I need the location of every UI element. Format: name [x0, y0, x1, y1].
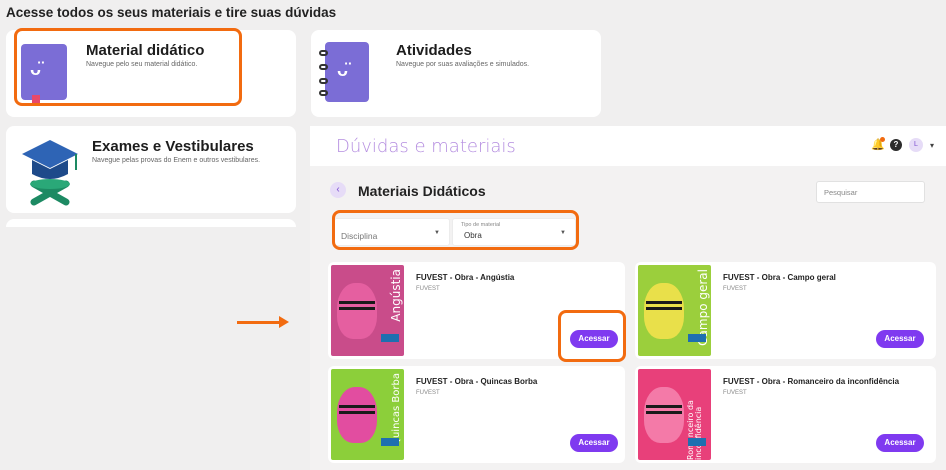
bell-icon[interactable]: 🔔 [871, 137, 885, 151]
card-description: Navegue pelas provas do Enem e outros ve… [92, 157, 261, 164]
book-cover: Quincas Borba [331, 369, 404, 460]
card-title: Exames e Vestibulares [92, 138, 254, 155]
material-source: FUVEST [416, 286, 440, 292]
notebook-icon: ᴗ̈ [319, 42, 369, 102]
search-input[interactable]: Pesquisar [816, 181, 925, 203]
material-card: Romanceiro da inconfidência FUVEST - Obr… [635, 366, 936, 463]
materials-panel: Dúvidas e materiais 🔔 ? L ▾ ‹ Materiais … [310, 126, 946, 470]
chevron-down-icon[interactable]: ▾ [930, 141, 934, 150]
material-card: Quincas Borba FUVEST - Obra - Quincas Bo… [328, 366, 625, 463]
card-description: Navegue por suas avaliações e simulados. [396, 61, 530, 68]
highlight-acessar-button [558, 310, 626, 362]
cover-title: Quincas Borba [391, 373, 402, 446]
chevron-left-icon: ‹ [336, 184, 340, 195]
acessar-button[interactable]: Acessar [876, 330, 924, 348]
section-title: Materiais Didáticos [358, 183, 486, 199]
acessar-button[interactable]: Acessar [876, 434, 924, 452]
cover-title: Romanceiro da inconfidência [686, 400, 703, 460]
material-source: FUVEST [723, 390, 747, 396]
material-source: FUVEST [723, 286, 747, 292]
back-button[interactable]: ‹ [330, 182, 346, 198]
card-placeholder [6, 219, 296, 227]
book-cover: Romanceiro da inconfidência [638, 369, 711, 460]
material-source: FUVEST [416, 390, 440, 396]
highlight-material-didatico [14, 28, 242, 106]
card-title: Atividades [396, 42, 472, 59]
cover-title: Angústia [389, 269, 403, 322]
book-cover: Campo geral [638, 265, 711, 356]
card-exames-vestibulares[interactable]: Exames e Vestibulares Navegue pelas prov… [6, 126, 296, 213]
book-cover: Angústia [331, 265, 404, 356]
material-title: FUVEST - Obra - Campo geral [723, 273, 836, 282]
acessar-button[interactable]: Acessar [570, 434, 618, 452]
material-title: FUVEST - Obra - Angústia [416, 273, 515, 282]
top-bar: Dúvidas e materiais 🔔 ? L ▾ [310, 126, 946, 166]
material-title: FUVEST - Obra - Romanceiro da inconfidên… [723, 377, 900, 386]
graduation-cap-icon [20, 136, 80, 206]
material-title: FUVEST - Obra - Quincas Borba [416, 377, 538, 386]
brand-title: Dúvidas e materiais [336, 136, 516, 157]
help-icon[interactable]: ? [889, 139, 902, 151]
avatar[interactable]: L [908, 138, 923, 152]
arrow-right-icon [237, 316, 289, 328]
highlight-filters [332, 210, 579, 250]
page-heading: Acesse todos os seus materiais e tire su… [6, 5, 337, 20]
material-card: Campo geral FUVEST - Obra - Campo geral … [635, 262, 936, 359]
card-atividades[interactable]: ᴗ̈ Atividades Navegue por suas avaliaçõe… [311, 30, 601, 117]
